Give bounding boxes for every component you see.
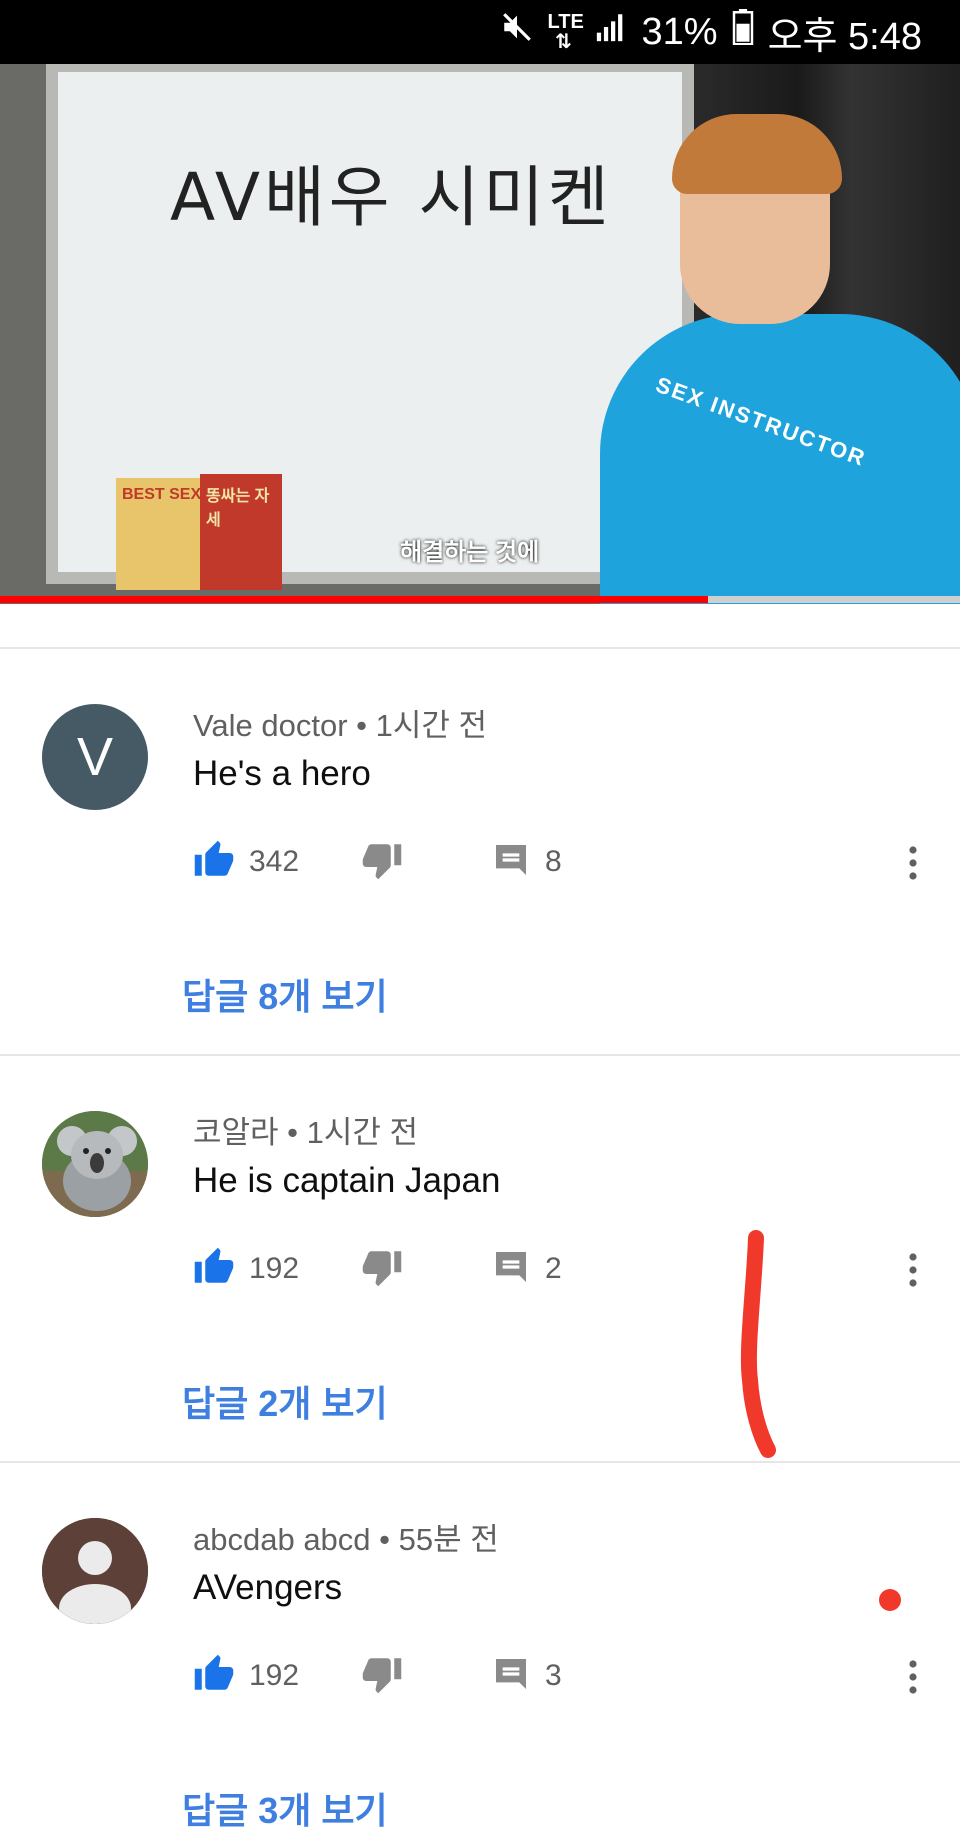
default-user-icon: [42, 1518, 148, 1624]
thumbs-up-icon: [193, 1653, 235, 1700]
meta-separator: •: [370, 1522, 399, 1557]
comment-meta: 코알라 • 1시간 전: [193, 1107, 418, 1152]
like-button[interactable]: 342: [193, 834, 299, 890]
divider: [0, 1054, 960, 1056]
reply-count: 3: [545, 1659, 562, 1692]
like-button[interactable]: 192: [193, 1241, 299, 1297]
reply-button[interactable]: 2: [491, 1241, 562, 1297]
dislike-button[interactable]: [361, 1241, 403, 1297]
reply-button[interactable]: 8: [491, 834, 562, 890]
meta-separator: •: [347, 708, 376, 743]
thumbs-down-icon: [361, 1653, 403, 1700]
comment-time: 55분 전: [398, 1522, 499, 1557]
mute-icon: [500, 10, 534, 54]
book-cover: BEST SEX: [116, 478, 202, 590]
comment-text: He is captain Japan: [193, 1161, 501, 1200]
comment-actions: 192 2: [193, 1241, 933, 1297]
battery-icon: [732, 9, 754, 55]
avatar[interactable]: V: [42, 704, 148, 810]
comment-meta: Vale doctor • 1시간 전: [193, 700, 487, 745]
view-replies-link[interactable]: 답글 3개 보기: [182, 1782, 388, 1834]
video-progress-fill: [0, 596, 708, 603]
comment-icon: [491, 1654, 531, 1699]
divider: [0, 647, 960, 649]
view-replies-link[interactable]: 답글 2개 보기: [182, 1375, 388, 1427]
reply-count: 2: [545, 1252, 562, 1285]
thumbs-down-icon: [361, 839, 403, 886]
comment-text: He's a hero: [193, 754, 371, 793]
reply-count: 8: [545, 845, 562, 878]
thumbs-up-icon: [193, 1246, 235, 1293]
avatar[interactable]: [42, 1518, 148, 1624]
video-progress-bar[interactable]: [0, 596, 960, 603]
view-replies-link[interactable]: 답글 8개 보기: [182, 968, 388, 1020]
lte-icon: LTE ⇅: [547, 11, 584, 53]
reply-button[interactable]: 3: [491, 1648, 562, 1704]
koala-avatar-image: [42, 1111, 148, 1217]
annotation-stroke: [740, 1230, 776, 1458]
more-options-icon[interactable]: [893, 1652, 933, 1702]
comment-meta: abcdab abcd • 55분 전: [193, 1514, 499, 1559]
thumbs-down-icon: [361, 1246, 403, 1293]
annotation-dot: [879, 1589, 901, 1611]
like-count: 342: [249, 845, 300, 878]
divider: [0, 1461, 960, 1463]
more-options-icon[interactable]: [893, 838, 933, 888]
dislike-button[interactable]: [361, 834, 403, 890]
comment-author[interactable]: 코알라: [193, 1115, 279, 1150]
video-subtitle: 해결하는 것에: [400, 539, 540, 566]
status-bar: LTE ⇅ 31% 오후 5:48: [0, 0, 960, 64]
presenter-shirt: [600, 314, 960, 604]
like-count: 192: [249, 1659, 300, 1692]
thumbs-up-icon: [193, 839, 235, 886]
video-player[interactable]: AV배우 시미켄 BEST SEX 똥싸는 자세 SEX INSTRUCTOR …: [0, 64, 960, 604]
more-options-icon[interactable]: [893, 1245, 933, 1295]
signal-icon: [594, 10, 628, 54]
avatar-letter: V: [76, 727, 114, 787]
like-count: 192: [249, 1252, 300, 1285]
comment-actions: 192 3: [193, 1648, 933, 1704]
comment-icon: [491, 1247, 531, 1292]
comment-actions: 342 8: [193, 834, 933, 890]
comment-text: AVengers: [193, 1568, 343, 1607]
battery-percent: 31%: [641, 10, 718, 53]
whiteboard-text: AV배우 시미켄: [170, 159, 613, 236]
avatar[interactable]: [42, 1111, 148, 1217]
comment-author[interactable]: Vale doctor: [193, 708, 348, 743]
dislike-button[interactable]: [361, 1648, 403, 1704]
clock: 오후 5:48: [767, 15, 922, 58]
comment-time: 1시간 전: [306, 1115, 419, 1150]
like-button[interactable]: 192: [193, 1648, 299, 1704]
meta-separator: •: [278, 1115, 307, 1150]
book-cover: 똥싸는 자세: [200, 474, 282, 590]
comment-icon: [491, 840, 531, 885]
comment-time: 1시간 전: [375, 708, 488, 743]
comment-author[interactable]: abcdab abcd: [193, 1522, 371, 1557]
